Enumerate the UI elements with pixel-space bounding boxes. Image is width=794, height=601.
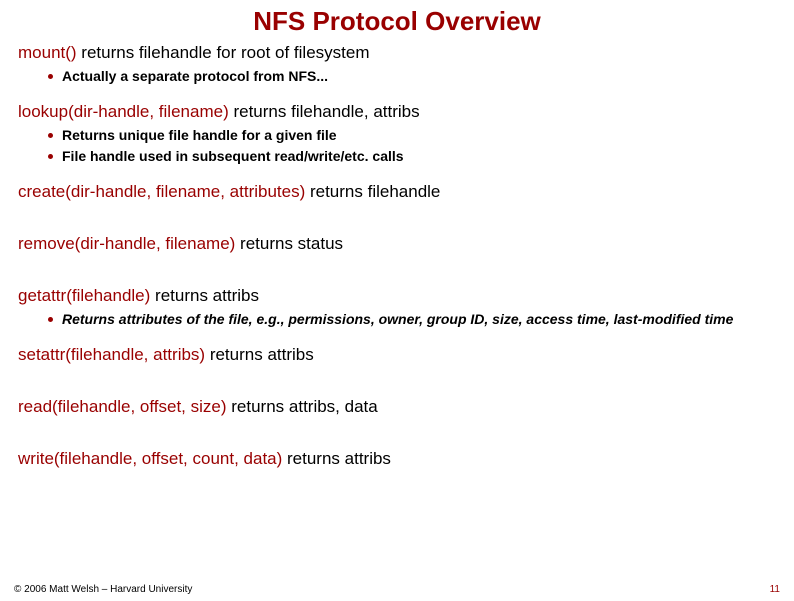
- point-getattr: getattr(filehandle) returns attribs: [18, 286, 776, 306]
- call-lookup: lookup(dir-handle, filename): [18, 102, 229, 121]
- footer: © 2006 Matt Welsh – Harvard University 1…: [14, 584, 780, 595]
- ret-remove: returns status: [235, 234, 343, 253]
- call-write: write(filehandle, offset, count, data): [18, 449, 282, 468]
- sub-item: Actually a separate protocol from NFS...: [62, 67, 776, 86]
- slide-title: NFS Protocol Overview: [0, 6, 794, 37]
- ret-getattr: returns attribs: [150, 286, 259, 305]
- call-create: create(dir-handle, filename, attributes): [18, 182, 305, 201]
- sublist-getattr: Returns attributes of the file, e.g., pe…: [18, 310, 776, 329]
- ret-lookup: returns filehandle, attribs: [229, 102, 420, 121]
- sublist-lookup: Returns unique file handle for a given f…: [18, 126, 776, 166]
- page-number: 11: [770, 584, 780, 595]
- sub-item: File handle used in subsequent read/writ…: [62, 147, 776, 166]
- sub-item: Returns unique file handle for a given f…: [62, 126, 776, 145]
- call-read: read(filehandle, offset, size): [18, 397, 227, 416]
- sub-item: Returns attributes of the file, e.g., pe…: [62, 310, 776, 329]
- copyright-text: © 2006 Matt Welsh – Harvard University: [14, 584, 192, 595]
- ret-read: returns attribs, data: [227, 397, 378, 416]
- point-remove: remove(dir-handle, filename) returns sta…: [18, 234, 776, 254]
- point-write: write(filehandle, offset, count, data) r…: [18, 449, 776, 469]
- ret-setattr: returns attribs: [205, 345, 314, 364]
- ret-mount: returns filehandle for root of filesyste…: [77, 43, 370, 62]
- sublist-mount: Actually a separate protocol from NFS...: [18, 67, 776, 86]
- ret-create: returns filehandle: [305, 182, 440, 201]
- call-setattr: setattr(filehandle, attribs): [18, 345, 205, 364]
- point-lookup: lookup(dir-handle, filename) returns fil…: [18, 102, 776, 122]
- point-setattr: setattr(filehandle, attribs) returns att…: [18, 345, 776, 365]
- call-remove: remove(dir-handle, filename): [18, 234, 235, 253]
- ret-write: returns attribs: [282, 449, 391, 468]
- point-mount: mount() returns filehandle for root of f…: [18, 43, 776, 63]
- point-create: create(dir-handle, filename, attributes)…: [18, 182, 776, 202]
- point-read: read(filehandle, offset, size) returns a…: [18, 397, 776, 417]
- slide-content: mount() returns filehandle for root of f…: [0, 43, 794, 469]
- call-getattr: getattr(filehandle): [18, 286, 150, 305]
- call-mount: mount(): [18, 43, 77, 62]
